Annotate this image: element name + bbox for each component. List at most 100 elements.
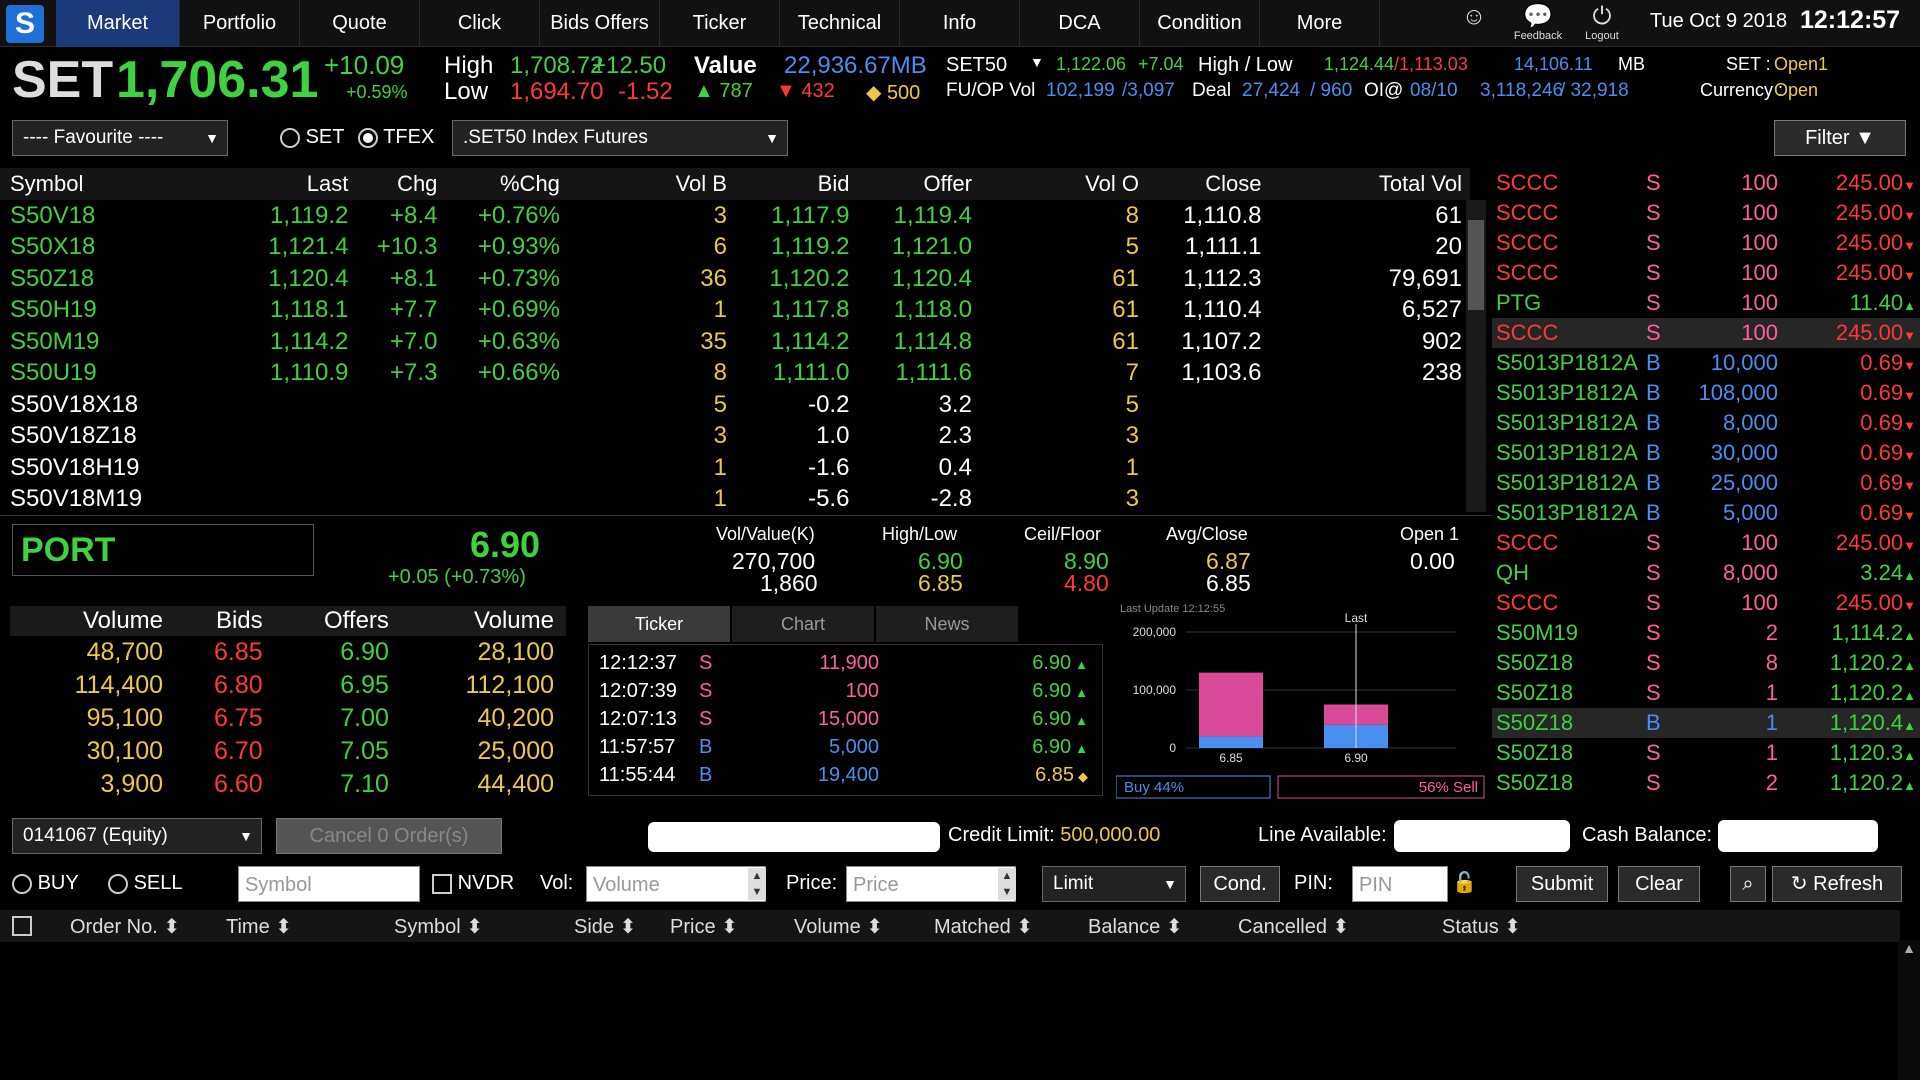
table-row[interactable]: S50X18 1,121.4 +10.3 +0.93% 6 1,119.2 1,121.0 5… bbox=[0, 232, 1470, 264]
col-volo[interactable]: Vol O bbox=[979, 168, 1147, 200]
nvdr-checkbox[interactable]: NVDR bbox=[432, 872, 514, 895]
list-item[interactable]: SCCC S 100 245.00▼ bbox=[1492, 228, 1920, 258]
list-item[interactable]: QH S 8,000 3.24▲ bbox=[1492, 558, 1920, 588]
table-row[interactable]: 48,700 6.85 6.90 28,100 bbox=[10, 636, 566, 669]
list-item[interactable]: S50Z18 S 1 1,120.2▲ bbox=[1492, 678, 1920, 708]
col-pchg[interactable]: %Chg bbox=[445, 168, 568, 200]
feedback-button[interactable]: 💬 Feedback bbox=[1508, 4, 1568, 43]
price-input[interactable]: Price bbox=[846, 866, 1016, 902]
tab-click[interactable]: Click bbox=[420, 0, 540, 47]
col-time[interactable]: Time ⬍ bbox=[226, 914, 292, 939]
condition-button[interactable]: Cond. bbox=[1200, 866, 1280, 902]
list-item[interactable]: 12:07:39 S 100 6.90 ▲ bbox=[589, 677, 1102, 705]
list-item[interactable]: S50Z18 B 1 1,120.4▲ bbox=[1492, 708, 1920, 738]
select-all-checkbox[interactable] bbox=[12, 916, 32, 936]
list-item[interactable]: SCCC S 100 245.00▼ bbox=[1492, 318, 1920, 348]
order-type-dropdown[interactable]: Limit ▼ bbox=[1042, 866, 1186, 902]
order-list-scrollbar[interactable]: ▲ bbox=[1898, 940, 1920, 1080]
tab-technical[interactable]: Technical bbox=[780, 0, 900, 47]
logout-button[interactable]: ⏻ Logout bbox=[1572, 4, 1632, 43]
list-item[interactable]: S50Z18 S 1 1,120.3▲ bbox=[1492, 738, 1920, 768]
cancel-orders-button[interactable]: Cancel 0 Order(s) bbox=[276, 818, 502, 854]
table-row[interactable]: S50M19 1,114.2 +7.0 +0.63% 35 1,114.2 1,114.8 6… bbox=[0, 326, 1470, 358]
list-item[interactable]: SCCC S 100 245.00▼ bbox=[1492, 528, 1920, 558]
tab-portfolio[interactable]: Portfolio bbox=[180, 0, 300, 47]
col-last[interactable]: Last bbox=[222, 168, 357, 200]
filter-button[interactable]: Filter ▼ bbox=[1774, 120, 1906, 156]
col-cancelled[interactable]: Cancelled ⬍ bbox=[1238, 914, 1349, 939]
col-volume[interactable]: Volume ⬍ bbox=[794, 914, 883, 939]
list-item[interactable]: PTG S 100 11.40▲ bbox=[1492, 288, 1920, 318]
tab-market[interactable]: Market bbox=[56, 0, 180, 47]
list-item[interactable]: 11:57:57 B 5,000 6.90 ▲ bbox=[589, 733, 1102, 761]
sell-radio[interactable]: SELL bbox=[108, 872, 183, 895]
price-stepper-icon[interactable]: ▲ ▼ bbox=[998, 868, 1016, 900]
table-row[interactable]: S50V18X18 5 -0.2 3.2 5 bbox=[0, 389, 1470, 421]
col-order-no[interactable]: Order No. ⬍ bbox=[70, 914, 180, 939]
list-item[interactable]: S5013P1812A B 25,000 0.69▼ bbox=[1492, 468, 1920, 498]
list-item[interactable]: SCCC S 100 245.00▼ bbox=[1492, 588, 1920, 618]
quote-symbol[interactable]: PORT bbox=[12, 524, 314, 576]
col-totalvol[interactable]: Total Vol bbox=[1269, 168, 1470, 200]
table-row[interactable]: S50H19 1,118.1 +7.7 +0.69% 1 1,117.8 1,118.0 61… bbox=[0, 295, 1470, 327]
table-row[interactable]: 3,900 6.60 7.10 44,400 bbox=[10, 768, 566, 801]
col-offer[interactable]: Offer bbox=[857, 168, 980, 200]
table-row[interactable]: 30,100 6.70 7.05 25,000 bbox=[10, 735, 566, 768]
list-item[interactable]: SCCC S 100 245.00▼ bbox=[1492, 198, 1920, 228]
volume-stepper-icon[interactable]: ▲ ▼ bbox=[748, 868, 766, 900]
tab-info[interactable]: Info bbox=[900, 0, 1020, 47]
symbol-input[interactable]: Symbol bbox=[238, 866, 420, 902]
set50-dropdown-icon[interactable]: ▼ bbox=[1030, 54, 1044, 70]
table-row[interactable]: S50V18M19 1 -5.6 -2.8 3 bbox=[0, 484, 1470, 516]
list-item[interactable]: 12:12:37 S 11,900 6.90 ▲ bbox=[589, 649, 1102, 677]
search-icon[interactable]: ⌕ bbox=[1730, 866, 1766, 902]
tab-dca[interactable]: DCA bbox=[1020, 0, 1140, 47]
table-row[interactable]: 95,100 6.75 7.00 40,200 bbox=[10, 702, 566, 735]
tab-ticker-detail[interactable]: Ticker bbox=[588, 606, 730, 642]
table-row[interactable]: S50U19 1,110.9 +7.3 +0.66% 8 1,111.0 1,111.6 7 1… bbox=[0, 358, 1470, 390]
market-scrollbar[interactable] bbox=[1466, 200, 1486, 512]
col-matched[interactable]: Matched ⬍ bbox=[934, 914, 1033, 939]
list-item[interactable]: S50Z18 S 8 1,120.2▲ bbox=[1492, 648, 1920, 678]
col-symbol[interactable]: Symbol bbox=[0, 168, 223, 200]
profile-icon[interactable]: ☺ bbox=[1444, 4, 1504, 30]
col-close[interactable]: Close bbox=[1146, 168, 1270, 200]
account-dropdown[interactable]: 0141067 (Equity) ▼ bbox=[12, 818, 262, 854]
tab-quote[interactable]: Quote bbox=[300, 0, 420, 47]
list-item[interactable]: SCCC S 100 245.00▼ bbox=[1492, 258, 1920, 288]
table-row[interactable]: 114,400 6.80 6.95 112,100 bbox=[10, 669, 566, 702]
tab-bids-offers[interactable]: Bids Offers bbox=[540, 0, 660, 47]
list-item[interactable]: 11:55:44 B 19,400 6.85 ◆ bbox=[589, 761, 1102, 789]
col-balance[interactable]: Balance ⬍ bbox=[1088, 914, 1183, 939]
pin-input[interactable]: PIN bbox=[1352, 866, 1448, 902]
list-item[interactable]: 12:07:13 S 15,000 6.90 ▲ bbox=[589, 705, 1102, 733]
tab-chart[interactable]: Chart bbox=[732, 606, 874, 642]
clear-button[interactable]: Clear bbox=[1618, 866, 1700, 902]
col-status[interactable]: Status ⬍ bbox=[1442, 914, 1521, 939]
col-side[interactable]: Side ⬍ bbox=[574, 914, 636, 939]
col-bid[interactable]: Bid bbox=[734, 168, 858, 200]
table-row[interactable]: S50Z18 1,120.4 +8.1 +0.73% 36 1,120.2 1,120.4 6… bbox=[0, 263, 1470, 295]
list-item[interactable]: S50Z18 S 2 1,120.2▲ bbox=[1492, 768, 1920, 798]
submit-button[interactable]: Submit bbox=[1516, 866, 1608, 902]
tab-condition[interactable]: Condition bbox=[1140, 0, 1260, 47]
series-dropdown[interactable]: .SET50 Index Futures ▼ bbox=[452, 120, 788, 156]
table-row[interactable]: S50V18Z18 3 1.0 2.3 3 bbox=[0, 421, 1470, 453]
list-item[interactable]: SCCC S 100 245.00▼ bbox=[1492, 168, 1920, 198]
table-row[interactable]: S50V18H19 1 -1.6 0.4 1 bbox=[0, 452, 1470, 484]
col-price[interactable]: Price ⬍ bbox=[670, 914, 738, 939]
list-item[interactable]: S5013P1812A B 108,000 0.69▼ bbox=[1492, 378, 1920, 408]
volume-input[interactable]: Volume bbox=[586, 866, 766, 902]
tab-more[interactable]: More bbox=[1260, 0, 1380, 47]
list-item[interactable]: S5013P1812A B 10,000 0.69▼ bbox=[1492, 348, 1920, 378]
col-symbol[interactable]: Symbol ⬍ bbox=[394, 914, 483, 939]
tab-ticker[interactable]: Ticker bbox=[660, 0, 780, 47]
list-item[interactable]: S5013P1812A B 5,000 0.69▼ bbox=[1492, 498, 1920, 528]
favourite-dropdown[interactable]: ---- Favourite ---- ▼ bbox=[12, 120, 228, 156]
list-item[interactable]: S50M19 S 2 1,114.2▲ bbox=[1492, 618, 1920, 648]
list-item[interactable]: S5013P1812A B 30,000 0.69▼ bbox=[1492, 438, 1920, 468]
col-volb[interactable]: Vol B bbox=[567, 168, 735, 200]
buy-radio[interactable]: BUY bbox=[12, 872, 79, 895]
list-item[interactable]: S5013P1812A B 8,000 0.69▼ bbox=[1492, 408, 1920, 438]
col-chg[interactable]: Chg bbox=[356, 168, 446, 200]
